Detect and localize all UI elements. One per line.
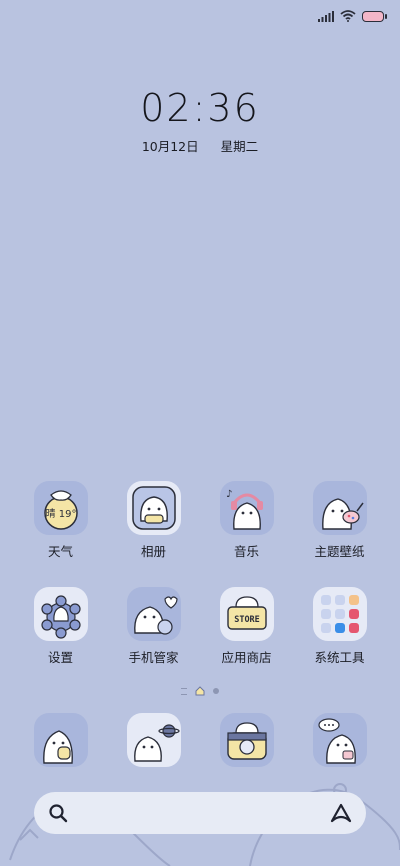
app-label: 系统工具 [314, 650, 365, 665]
app-label: 主题壁纸 [314, 544, 365, 559]
dock-browser[interactable] [114, 713, 194, 767]
app-store-icon: STORE [219, 587, 274, 641]
camera-icon [219, 713, 274, 767]
app-label: 手机管家 [128, 650, 179, 665]
phone-icon [33, 713, 88, 767]
store-text: STORE [234, 615, 260, 625]
security-icon [126, 587, 181, 641]
app-label: 相册 [140, 544, 166, 559]
app-label: 设置 [47, 650, 73, 665]
page-dot [213, 688, 219, 694]
clock-weekday: 星期二 [220, 139, 259, 154]
browser-icon [126, 713, 181, 767]
app-gallery[interactable]: 相册 [114, 481, 194, 560]
clock-time: 02:36 [140, 86, 260, 130]
app-music[interactable]: ♪ 音乐 [207, 481, 287, 560]
search-icon[interactable] [48, 803, 68, 823]
clock-date: 10月12日 [141, 139, 199, 154]
home-page-icon [195, 686, 205, 696]
system-tools-folder-icon [312, 587, 367, 641]
signal-icon [318, 10, 334, 22]
dock-messages[interactable] [300, 713, 380, 767]
weather-temp: 晴 19° [45, 507, 76, 520]
app-label: 音乐 [233, 544, 259, 559]
app-themes[interactable]: 主题壁纸 [300, 481, 380, 560]
battery-icon [362, 10, 387, 22]
folder-system-tools[interactable]: 系统工具 [300, 587, 380, 666]
status-bar [318, 10, 387, 22]
app-settings[interactable]: 设置 [21, 587, 101, 666]
app-row-1: 晴 19° 天气 相册 ♪ 音乐 主题壁纸 [0, 481, 400, 560]
themes-icon [312, 481, 367, 535]
search-bar[interactable] [34, 792, 366, 834]
gallery-icon [126, 481, 181, 535]
app-security[interactable]: 手机管家 [114, 587, 194, 666]
page-list-icon [181, 687, 187, 695]
dock [0, 713, 400, 767]
assistant-icon[interactable] [330, 803, 352, 823]
page-indicator[interactable] [0, 686, 400, 696]
svg-text:♪: ♪ [226, 489, 232, 500]
weather-icon: 晴 19° [33, 481, 88, 535]
dock-phone[interactable] [21, 713, 101, 767]
settings-icon [33, 587, 88, 641]
app-label: 天气 [47, 544, 73, 559]
dock-camera[interactable] [207, 713, 287, 767]
app-store[interactable]: STORE 应用商店 [207, 587, 287, 666]
music-icon: ♪ [219, 481, 274, 535]
app-weather[interactable]: 晴 19° 天气 [21, 481, 101, 560]
app-row-2: 设置 手机管家 STORE 应用商店 系统工具 [0, 587, 400, 666]
clock-widget[interactable]: 02:36 10月12日 星期二 [0, 86, 400, 155]
messages-icon [312, 713, 367, 767]
app-label: 应用商店 [221, 650, 272, 665]
wifi-icon [340, 10, 356, 22]
